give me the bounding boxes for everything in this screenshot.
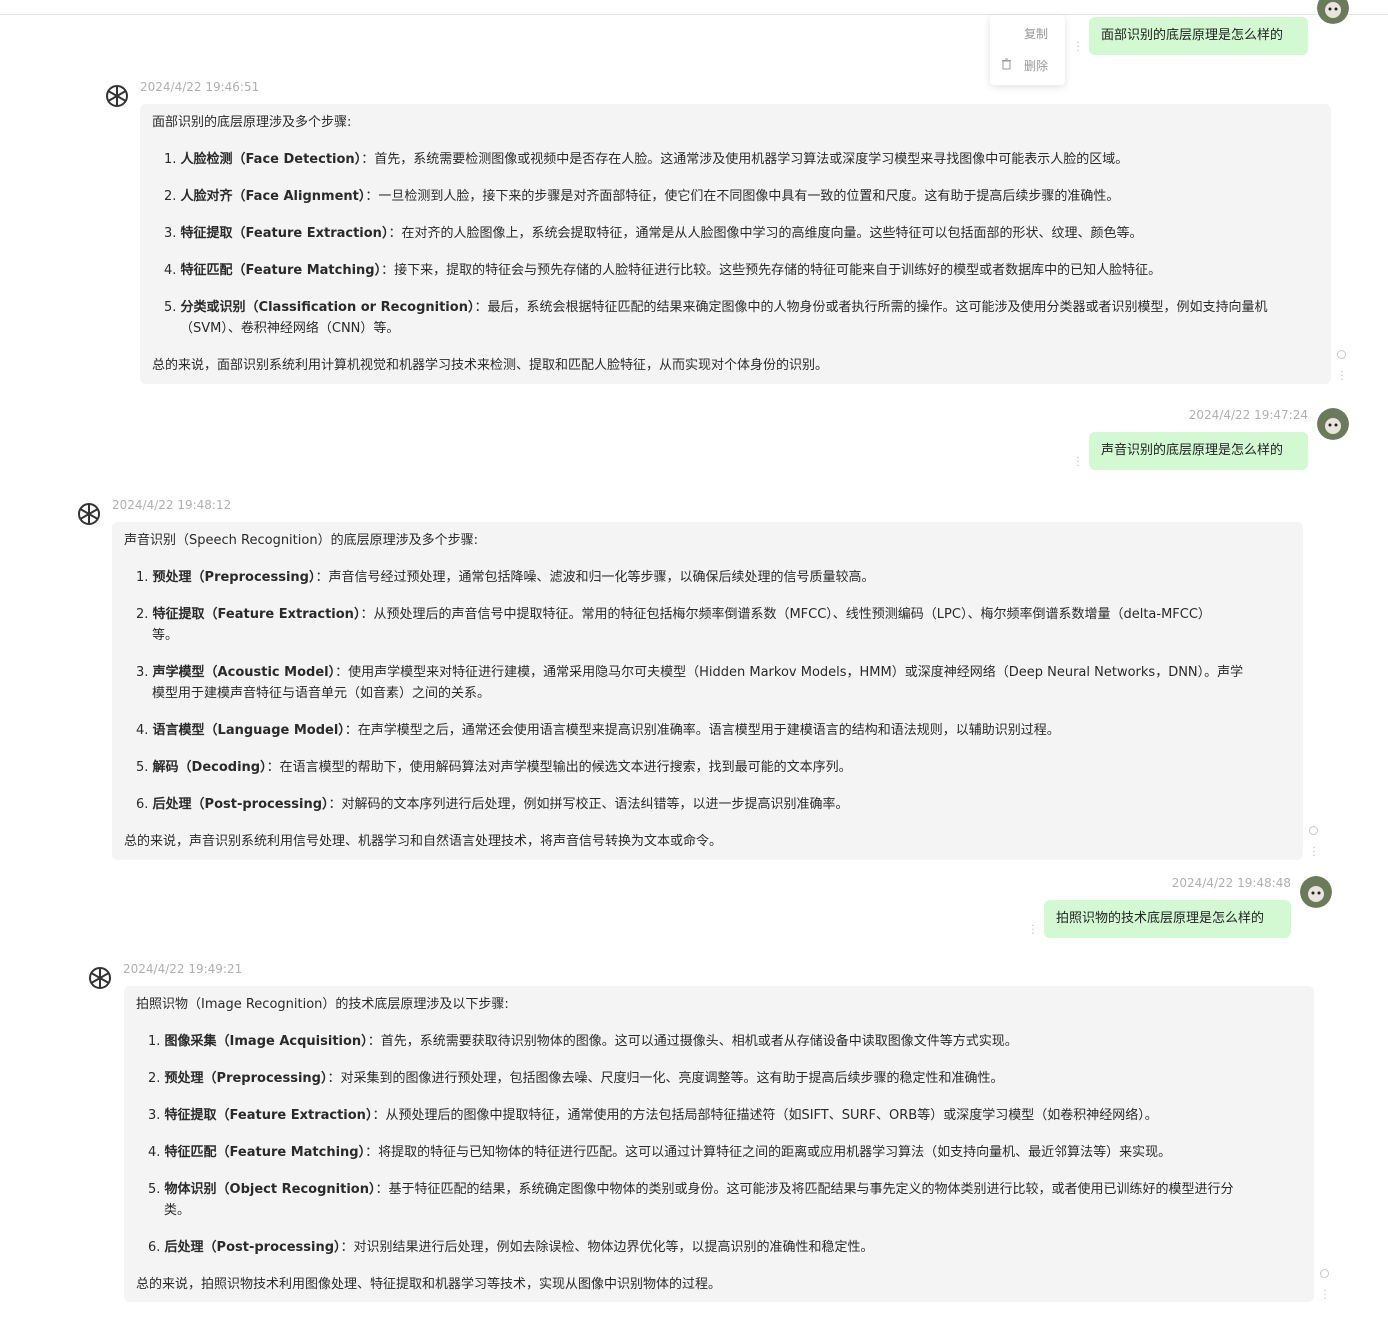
list-item-continuation: 类。	[164, 1203, 191, 1218]
more-vertical-icon[interactable]: · · ·	[1076, 39, 1080, 57]
ai-summary-text: 总的来说，拍照识物技术利用图像处理、特征提取和机器学习等技术，实现从图像中识别物…	[136, 1277, 722, 1292]
ai-summary-text: 总的来说，声音识别系统利用信号处理、机器学习和自然语言处理技术，将声音信号转换为…	[124, 834, 723, 849]
user-message-text: 拍照识物的技术底层原理是怎么样的	[1056, 911, 1265, 926]
user-message-bubble[interactable]: 声音识别的底层原理是怎么样的	[1089, 432, 1308, 470]
list-item: 4. 语言模型（Language Model）：在声学模型之后，通常还会使用语言…	[136, 723, 1060, 738]
user-message-bubble[interactable]: 拍照识物的技术底层原理是怎么样的	[1044, 900, 1291, 938]
ai-summary-text: 总的来说，面部识别系统利用计算机视觉和机器学习技术来检测、提取和匹配人脸特征，从…	[152, 358, 829, 373]
list-item: 2. 预处理（Preprocessing）：对采集到的图像进行预处理，包括图像去…	[148, 1071, 1004, 1086]
delete-menu-item[interactable]: 删除	[1024, 57, 1048, 74]
ai-intro-text: 声音识别（Speech Recognition）的底层原理涉及多个步骤:	[124, 533, 478, 548]
list-item: 4. 特征匹配（Feature Matching）：接下来，提取的特征会与预先存…	[164, 263, 1162, 278]
user-message-text: 面部识别的底层原理是怎么样的	[1101, 28, 1284, 43]
message-timestamp: 2024/4/22 19:49:21	[123, 962, 243, 976]
list-item: 5. 物体识别（Object Recognition）：基于特征匹配的结果，系统…	[148, 1182, 1234, 1197]
more-vertical-icon[interactable]: · · ·	[1031, 922, 1035, 940]
message-timestamp: 2024/4/22 19:48:48	[1171, 876, 1291, 890]
user-avatar-icon	[1300, 876, 1332, 908]
list-item: 1. 人脸检测（Face Detection）：首先，系统需要检测图像或视频中是…	[164, 152, 1129, 167]
list-item: 5. 分类或识别（Classification or Recognition）：…	[164, 300, 1268, 315]
list-item: 1. 预处理（Preprocessing）：声音信号经过预处理，通常包括降噪、滤…	[136, 570, 875, 585]
openai-logo-icon	[102, 81, 132, 111]
message-timestamp: 2024/4/22 19:46:51	[140, 80, 260, 94]
ai-message-bubble[interactable]: 拍照识物（Image Recognition）的技术底层原理涉及以下步骤: 1.…	[124, 986, 1314, 1302]
list-item: 2. 人脸对齐（Face Alignment）：一旦检测到人脸，接下来的步骤是对…	[164, 189, 1120, 204]
more-vertical-icon[interactable]: · · ·	[1312, 844, 1316, 862]
ai-intro-text: 面部识别的底层原理涉及多个步骤:	[152, 115, 352, 130]
user-message-bubble[interactable]: 面部识别的底层原理是怎么样的	[1089, 17, 1308, 55]
list-item: 3. 特征提取（Feature Extraction）：在对齐的人脸图像上，系统…	[164, 226, 1143, 241]
list-item: 1. 图像采集（Image Acquisition）：首先，系统需要获取待识别物…	[148, 1034, 1018, 1049]
copy-menu-item[interactable]: 复制	[1024, 25, 1048, 42]
regenerate-icon[interactable]	[1309, 826, 1318, 835]
ai-message-bubble[interactable]: 面部识别的底层原理涉及多个步骤: 1. 人脸检测（Face Detection）…	[140, 104, 1331, 384]
top-bar	[0, 0, 1388, 15]
list-item-continuation: （SVM）、卷积神经网络（CNN）等。	[180, 321, 400, 336]
list-item: 5. 解码（Decoding）：在语言模型的帮助下，使用解码算法对声学模型输出的…	[136, 760, 852, 775]
user-avatar-icon	[1317, 0, 1349, 24]
list-item: 6. 后处理（Post-processing）：对解码的文本序列进行后处理，例如…	[136, 797, 849, 812]
message-timestamp: 2024/4/22 19:48:12	[112, 498, 232, 512]
list-item: 3. 声学模型（Acoustic Model）：使用声学模型来对特征进行建模，通…	[136, 665, 1244, 680]
openai-logo-icon	[74, 499, 104, 529]
openai-logo-icon	[85, 963, 115, 993]
user-message-text: 声音识别的底层原理是怎么样的	[1101, 443, 1284, 458]
list-item-continuation: 模型用于建模声音特征与语音单元（如音素）之间的关系。	[152, 686, 491, 701]
regenerate-icon[interactable]	[1320, 1269, 1329, 1278]
more-vertical-icon[interactable]: · · ·	[1340, 368, 1344, 386]
list-item: 4. 特征匹配（Feature Matching）：将提取的特征与已知物体的特征…	[148, 1145, 1172, 1160]
more-vertical-icon[interactable]: · · ·	[1076, 454, 1080, 472]
user-avatar-icon	[1317, 408, 1349, 440]
regenerate-icon[interactable]	[1337, 350, 1346, 359]
list-item: 2. 特征提取（Feature Extraction）：从预处理后的声音信号中提…	[136, 607, 1211, 622]
message-timestamp: 2024/4/22 19:47:24	[1188, 408, 1308, 422]
more-vertical-icon[interactable]: · · ·	[1323, 1287, 1327, 1305]
message-context-menu: 复制 删除	[990, 15, 1065, 85]
ai-intro-text: 拍照识物（Image Recognition）的技术底层原理涉及以下步骤:	[136, 997, 509, 1012]
trash-icon	[1001, 58, 1012, 73]
list-item: 3. 特征提取（Feature Extraction）：从预处理后的图像中提取特…	[148, 1108, 1158, 1123]
ai-message-bubble[interactable]: 声音识别（Speech Recognition）的底层原理涉及多个步骤: 1. …	[112, 522, 1303, 860]
list-item: 6. 后处理（Post-processing）：对识别结果进行后处理，例如去除误…	[148, 1240, 874, 1255]
list-item-continuation: 等。	[152, 628, 179, 643]
